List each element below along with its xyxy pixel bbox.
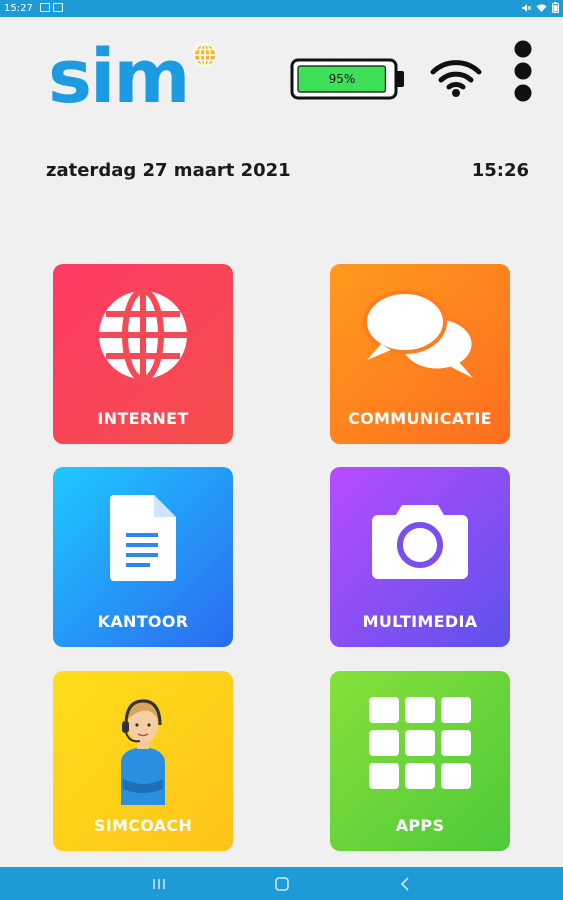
status-time: 15:27 bbox=[4, 3, 33, 14]
more-vertical-icon[interactable] bbox=[512, 40, 534, 102]
tile-simcoach[interactable]: SIMCOACH bbox=[53, 671, 233, 851]
globe-icon bbox=[99, 288, 187, 382]
tile-kantoor[interactable]: KANTOOR bbox=[53, 467, 233, 647]
date-display: zaterdag 27 maart 2021 bbox=[46, 160, 291, 181]
sim-logo: sim bbox=[48, 34, 228, 120]
tile-internet[interactable]: INTERNET bbox=[53, 264, 233, 444]
tile-multimedia-label: MULTIMEDIA bbox=[362, 612, 478, 631]
notification-icon bbox=[53, 3, 63, 12]
tile-communicatie[interactable]: COMMUNICATIE bbox=[330, 264, 510, 444]
document-icon bbox=[110, 495, 176, 581]
wifi-status-icon bbox=[536, 3, 547, 12]
battery-percent: 95% bbox=[328, 72, 356, 86]
time-display: 15:26 bbox=[471, 160, 529, 181]
image-icon bbox=[40, 3, 50, 12]
mute-icon bbox=[522, 3, 531, 12]
battery-indicator: 95% bbox=[290, 58, 408, 100]
navigation-bar bbox=[0, 867, 563, 900]
battery-status-icon bbox=[552, 2, 559, 13]
tile-multimedia[interactable]: MULTIMEDIA bbox=[330, 467, 510, 647]
tile-communicatie-label: COMMUNICATIE bbox=[348, 409, 492, 428]
camera-icon bbox=[372, 505, 468, 579]
status-bar: 15:27 bbox=[0, 0, 563, 17]
home-icon[interactable] bbox=[273, 875, 291, 893]
tile-simcoach-label: SIMCOACH bbox=[93, 816, 193, 835]
tile-kantoor-label: KANTOOR bbox=[97, 612, 189, 631]
chat-bubbles-icon bbox=[363, 290, 475, 378]
recent-apps-icon[interactable] bbox=[150, 875, 168, 893]
wifi-icon bbox=[430, 60, 482, 97]
apps-grid-icon bbox=[369, 697, 471, 789]
logo-text: sim bbox=[48, 34, 191, 120]
coach-avatar-icon bbox=[121, 699, 165, 805]
globe-icon bbox=[193, 43, 217, 67]
tile-apps[interactable]: APPS bbox=[330, 671, 510, 851]
tile-internet-label: INTERNET bbox=[97, 409, 189, 428]
back-icon[interactable] bbox=[397, 875, 415, 893]
tile-apps-label: APPS bbox=[395, 816, 445, 835]
